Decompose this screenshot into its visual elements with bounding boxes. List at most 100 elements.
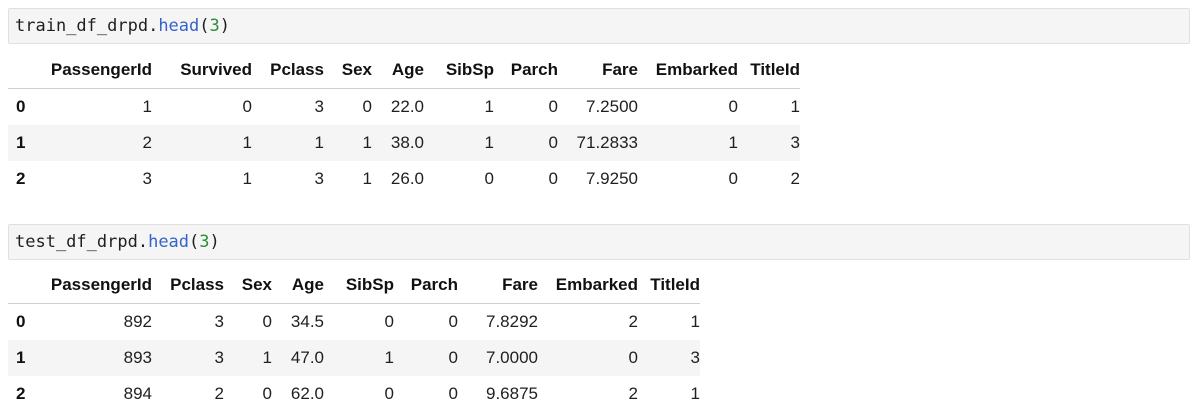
column-header: SibSp <box>324 267 394 304</box>
table-cell: 1 <box>142 97 152 116</box>
table-cell: 1 <box>728 133 738 152</box>
table-cell: 3 <box>790 133 800 152</box>
table-row: 0 1 0 3 0 22.0 1 0 7.2500 0 1 <box>8 89 800 126</box>
table-cell: 0 <box>448 348 458 367</box>
table-cell: 1 <box>314 133 324 152</box>
code-paren-open: ( <box>199 16 210 36</box>
column-header: Sex <box>224 267 272 304</box>
table-cell: 893 <box>123 348 152 367</box>
table-cell: 1 <box>242 133 252 152</box>
table-cell: 7.8292 <box>486 312 538 331</box>
column-header: Survived <box>152 52 252 89</box>
table-cell: 1 <box>362 133 372 152</box>
column-header: PassengerId <box>34 52 152 89</box>
test-code-cell[interactable]: test_df_drpd.head(3) <box>8 224 1190 260</box>
column-header: PassengerId <box>34 267 152 304</box>
column-header: Fare <box>558 52 638 89</box>
table-cell: 2 <box>790 169 800 188</box>
table-cell: 0 <box>242 97 252 116</box>
code-dot: . <box>137 232 149 252</box>
table-cell: 7.9250 <box>586 169 638 188</box>
table-cell: 1 <box>242 169 252 188</box>
table-cell: 47.0 <box>290 348 324 367</box>
notebook-page: train_df_drpd.head(3) PassengerId Surviv… <box>0 0 1200 415</box>
column-header: Embarked <box>538 267 638 304</box>
table-cell: 3 <box>142 169 152 188</box>
table-row: 1 2 1 1 1 38.0 1 0 71.2833 1 3 <box>8 125 800 161</box>
table-cell: 2 <box>214 384 224 403</box>
table-cell: 0 <box>362 97 372 116</box>
table-cell: 0 <box>628 348 638 367</box>
code-method: head <box>158 16 200 36</box>
code-method: head <box>148 232 190 252</box>
column-header: Embarked <box>638 52 738 89</box>
table-cell: 0 <box>728 169 738 188</box>
table-cell: 1 <box>690 312 700 331</box>
row-index: 2 <box>16 169 26 188</box>
table-cell: 26.0 <box>390 169 424 188</box>
table-cell: 1 <box>384 348 394 367</box>
table-cell: 1 <box>484 97 494 116</box>
table-cell: 892 <box>123 312 152 331</box>
table-cell: 0 <box>448 312 458 331</box>
table-header-row: PassengerId Survived Pclass Sex Age SibS… <box>8 52 800 89</box>
table-cell: 22.0 <box>390 97 424 116</box>
table-cell: 3 <box>314 169 324 188</box>
row-index: 0 <box>16 312 26 331</box>
table-cell: 2 <box>142 133 152 152</box>
code-variable: test_df_drpd <box>15 232 138 252</box>
table-row: 1 893 3 1 47.0 1 0 7.0000 0 3 <box>8 340 700 376</box>
column-header: Age <box>272 267 324 304</box>
column-header: Parch <box>394 267 458 304</box>
table-cell: 3 <box>314 97 324 116</box>
table-cell: 34.5 <box>290 312 324 331</box>
table-cell: 0 <box>262 384 272 403</box>
code-paren-close: ) <box>219 16 231 36</box>
table-cell: 1 <box>790 97 800 116</box>
table-cell: 0 <box>728 97 738 116</box>
code-dot: . <box>148 16 159 36</box>
table-cell: 0 <box>384 312 394 331</box>
index-header <box>8 52 34 89</box>
table-cell: 0 <box>548 133 558 152</box>
code-variable: train_df_drpd <box>15 16 149 36</box>
table-cell: 0 <box>548 169 558 188</box>
table-row: 0 892 3 0 34.5 0 0 7.8292 2 1 <box>8 304 700 341</box>
row-index: 2 <box>16 384 26 403</box>
table-cell: 9.6875 <box>486 384 538 403</box>
table-cell: 3 <box>214 312 224 331</box>
table-row: 2 894 2 0 62.0 0 0 9.6875 2 1 <box>8 376 700 412</box>
table-cell: 7.0000 <box>486 348 538 367</box>
table-cell: 38.0 <box>390 133 424 152</box>
table-cell: 2 <box>628 312 638 331</box>
column-header: Fare <box>458 267 538 304</box>
code-argument: 3 <box>209 16 220 36</box>
table-cell: 2 <box>628 384 638 403</box>
table-cell: 0 <box>484 169 494 188</box>
table-cell: 0 <box>548 97 558 116</box>
row-index: 1 <box>16 133 26 152</box>
table-cell: 3 <box>214 348 224 367</box>
table-cell: 1 <box>262 348 272 367</box>
column-header: Pclass <box>252 52 324 89</box>
train-code-cell[interactable]: train_df_drpd.head(3) <box>8 8 1190 44</box>
column-header: TitleId <box>738 52 800 89</box>
table-cell: 7.2500 <box>586 97 638 116</box>
table-header-row: PassengerId Pclass Sex Age SibSp Parch F… <box>8 267 700 304</box>
row-index: 1 <box>16 348 26 367</box>
table-row: 2 3 1 3 1 26.0 0 0 7.9250 0 2 <box>8 161 800 197</box>
table-cell: 0 <box>262 312 272 331</box>
table-cell: 0 <box>448 384 458 403</box>
train-dataframe-table: PassengerId Survived Pclass Sex Age SibS… <box>8 52 800 197</box>
column-header: Pclass <box>152 267 224 304</box>
code-argument: 3 <box>199 232 210 252</box>
code-paren-close: ) <box>209 232 220 252</box>
column-header: TitleId <box>638 267 700 304</box>
table-cell: 3 <box>690 348 700 367</box>
table-cell: 894 <box>123 384 152 403</box>
table-cell: 1 <box>484 133 494 152</box>
test-dataframe-table: PassengerId Pclass Sex Age SibSp Parch F… <box>8 267 700 412</box>
table-cell: 1 <box>690 384 700 403</box>
table-cell: 71.2833 <box>576 133 638 152</box>
index-header <box>8 267 34 304</box>
